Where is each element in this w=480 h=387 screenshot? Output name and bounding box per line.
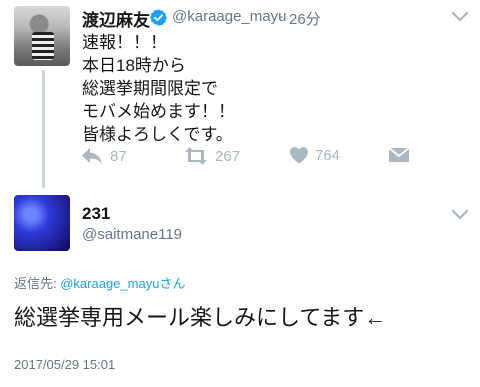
tweet-timestamp: 2017/05/29 15:01 (14, 357, 116, 372)
reply-tweet-body: 総選挙専用メール楽しみにしてます← (14, 305, 387, 330)
direct-message-button[interactable] (388, 146, 410, 164)
like-count: 764 (315, 146, 341, 164)
replying-to-label: 返信先: (14, 276, 61, 291)
reply-button[interactable]: 87 (80, 146, 127, 166)
reply-count: 87 (110, 147, 127, 165)
avatar[interactable] (14, 195, 70, 251)
thread-connector-line (42, 70, 45, 188)
retweet-count: 267 (215, 147, 241, 165)
tweet-line: 皆様よろしくです。 (82, 125, 233, 144)
avatar-figure (32, 32, 54, 60)
avatar[interactable] (14, 6, 70, 66)
tweet-body: 速報！！！ 本日18時から 総選挙期間限定で モバメ始めます！！ 皆様よろしくで… (82, 31, 235, 146)
replying-to: 返信先: @karaage_mayuさん (14, 273, 185, 292)
like-button[interactable]: 764 (289, 146, 340, 164)
chevron-down-icon[interactable] (451, 209, 469, 221)
reply-icon (82, 148, 102, 164)
like-icon (290, 147, 308, 164)
display-name[interactable]: 渡辺麻友 (82, 6, 150, 31)
reply-mention-link[interactable]: @karaage_mayu (60, 276, 159, 291)
tweet-time[interactable]: 26分 (289, 8, 321, 29)
direct-message-icon (388, 147, 410, 162)
chevron-down-icon[interactable] (451, 11, 469, 23)
tweet-line: 速報！！！ (82, 33, 167, 52)
user-handle[interactable]: @karaage_mayu (172, 8, 286, 25)
tweet-thread: 渡辺麻友 @karaage_mayu · 26分 速報！！！ 本日18時から 総… (0, 0, 480, 387)
reply-mention-suffix: さん (159, 276, 186, 291)
tweet-line: モバメ始めます！！ (82, 102, 235, 121)
display-name[interactable]: 231 (82, 204, 110, 224)
verified-badge-icon (149, 8, 168, 27)
retweet-icon (185, 147, 207, 165)
tweet-line: 総選挙期間限定で (82, 79, 218, 98)
tweet-line: 本日18時から (82, 56, 186, 75)
tweet-actions: 87 267 764 (80, 146, 420, 170)
retweet-button[interactable]: 267 (183, 146, 240, 166)
user-handle[interactable]: @saitmane119 (82, 226, 182, 243)
meta-separator: · (279, 8, 284, 25)
